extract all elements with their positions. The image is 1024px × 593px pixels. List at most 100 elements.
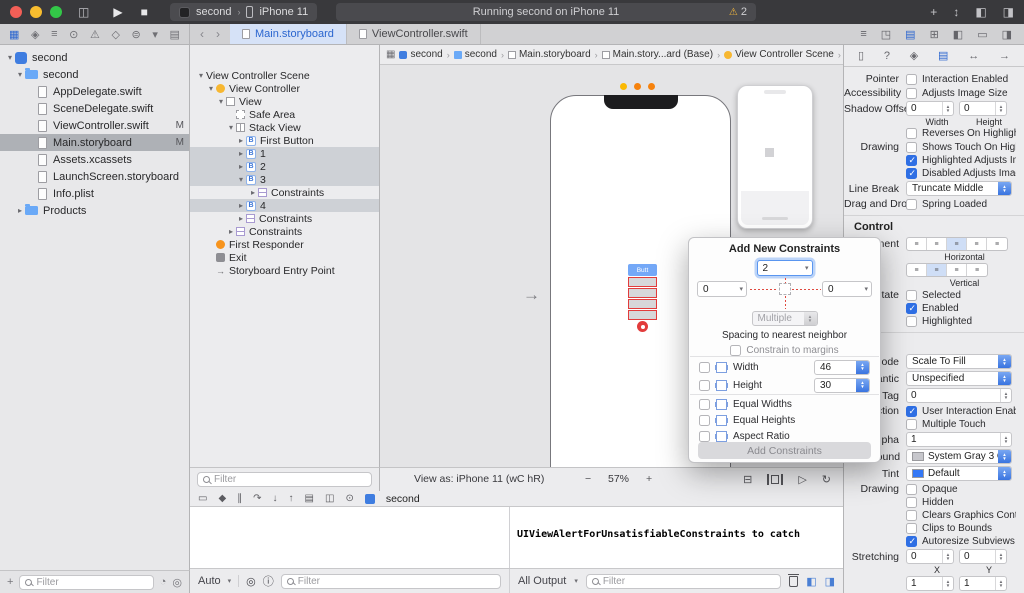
navigator-row-file[interactable]: Assets.xcassets <box>0 151 189 168</box>
navigator-row-file[interactable]: AppDelegate.swift <box>0 83 189 100</box>
variables-scope-popup[interactable]: Auto <box>198 575 221 587</box>
outline-row-view[interactable]: ▾ View <box>190 95 379 108</box>
disclosure-icon[interactable]: ▾ <box>196 71 206 80</box>
add-new-constraints-button[interactable] <box>767 474 784 485</box>
first-responder-dock-icon[interactable] <box>634 83 641 90</box>
outline-row-exit[interactable]: Exit <box>190 251 379 264</box>
trailing-spacing-field[interactable]: 0 ▾ <box>822 281 872 297</box>
disclosure-icon[interactable]: ▾ <box>15 70 25 79</box>
segment[interactable] <box>947 264 967 276</box>
variables-view[interactable] <box>190 507 510 568</box>
selected-checkbox[interactable] <box>906 289 917 301</box>
line-break-popup[interactable]: Truncate Middle <box>906 181 1012 196</box>
navigator-row-file[interactable]: LaunchScreen.storyboard <box>0 168 189 185</box>
issue-navigator-tab[interactable]: ⚠ <box>90 28 100 41</box>
recent-files-button[interactable]: ◔ <box>160 576 167 588</box>
stepper-arrows[interactable] <box>1000 433 1011 446</box>
close-button[interactable] <box>10 6 22 18</box>
zoom-button[interactable] <box>50 6 62 18</box>
selected-button-4[interactable] <box>628 310 657 320</box>
crumb-project[interactable]: second <box>399 49 443 60</box>
clips-to-bounds-checkbox[interactable] <box>906 523 917 534</box>
disclosure-icon[interactable]: ▾ <box>206 84 216 93</box>
attributes-inspector-tab[interactable]: ▤ <box>938 49 948 62</box>
interaction-enabled-checkbox[interactable] <box>906 73 917 85</box>
update-frames-button[interactable]: ↻ <box>822 473 831 486</box>
outline-filter-input[interactable] <box>214 474 366 485</box>
width-checkbox[interactable] <box>699 361 710 373</box>
navigator-row-project[interactable]: ▾ second <box>0 49 189 66</box>
disclosure-icon[interactable]: ▸ <box>15 206 25 215</box>
list-icon[interactable]: ≡ <box>860 28 866 40</box>
disabled-adjusts-checkbox[interactable] <box>906 168 917 179</box>
variables-filter-input[interactable] <box>297 575 495 587</box>
panel-right-icon[interactable]: ◨ <box>1002 28 1012 41</box>
stepper-arrows[interactable] <box>942 550 953 563</box>
outline-row-entry-point[interactable]: → Storyboard Entry Point <box>190 264 379 277</box>
size-inspector-tab[interactable]: ↔ <box>968 50 979 62</box>
stretch-x-stepper[interactable]: 0 <box>906 549 954 564</box>
view-as-label[interactable]: View as: iPhone 11 (wC hR) <box>414 473 544 485</box>
variables-filter-field[interactable] <box>280 573 501 589</box>
tab-viewcontroller-swift[interactable]: ViewController.swift <box>347 24 481 44</box>
zoom-in-button[interactable]: + <box>646 473 652 485</box>
process-name[interactable]: second <box>386 493 420 505</box>
source-control-navigator-tab[interactable]: ◈ <box>31 28 39 41</box>
disclosure-icon[interactable]: ▸ <box>236 162 246 171</box>
step-into-button[interactable]: ↓ <box>273 493 278 504</box>
project-navigator-tab[interactable]: ▦ <box>9 28 19 41</box>
step-out-button[interactable]: ↑ <box>289 493 294 504</box>
multiple-touch-checkbox[interactable] <box>906 419 917 430</box>
navigator-row-file[interactable]: ViewController.swift M <box>0 117 189 134</box>
outline-row-scene[interactable]: ▾ View Controller Scene <box>190 69 379 82</box>
library-button[interactable]: + <box>930 5 937 19</box>
breakpoints-button[interactable]: ◆ <box>218 493 226 504</box>
segment[interactable] <box>907 264 927 276</box>
console-scope-popup[interactable]: All Output <box>518 575 566 587</box>
user-interaction-checkbox[interactable] <box>906 405 917 417</box>
add-file-button[interactable]: + <box>7 576 13 588</box>
panel-left-icon[interactable]: ◧ <box>953 28 963 41</box>
height-value-popup[interactable]: 30 <box>814 377 870 393</box>
report-navigator-tab[interactable]: ▤ <box>169 28 179 41</box>
width-value-popup[interactable]: 46 <box>814 359 870 375</box>
tag-stepper[interactable]: 0 <box>906 388 1012 403</box>
zoom-level[interactable]: 57% <box>608 473 629 485</box>
outline-row-button-1[interactable]: ▸ B 1 <box>190 147 379 160</box>
navigator-filter-input[interactable] <box>36 576 148 588</box>
equal-heights-checkbox[interactable] <box>699 414 710 426</box>
disclosure-icon[interactable]: ▾ <box>236 175 246 184</box>
outline-row-view-controller[interactable]: ▾ View Controller <box>190 82 379 95</box>
highlighted-adjusts-checkbox[interactable] <box>906 155 917 166</box>
view-controller-dock-icon[interactable] <box>620 83 627 90</box>
navigator-row-folder[interactable]: ▾ second <box>0 66 189 83</box>
editor-arrows-icon[interactable]: ↕ <box>953 5 959 19</box>
disclosure-icon[interactable]: ▾ <box>216 97 226 106</box>
background-color-popup[interactable]: System Gray 3 C... <box>906 449 1012 464</box>
crumb-group[interactable]: second <box>453 49 497 60</box>
crumb-storyboard-base[interactable]: Main.story...ard (Base) <box>601 49 713 60</box>
breakpoint-navigator-tab[interactable]: ▾ <box>152 28 158 41</box>
connections-inspector-tab[interactable]: → <box>999 50 1010 62</box>
stack-view-on-canvas[interactable]: Butt <box>628 264 657 332</box>
selected-button-1[interactable] <box>628 277 657 287</box>
disclosure-icon[interactable]: ▾ <box>226 123 236 132</box>
window-overview-icon[interactable]: ◫ <box>78 0 89 24</box>
outline-row-button-2[interactable]: ▸ B 2 <box>190 160 379 173</box>
outline-row-first-responder[interactable]: First Responder <box>190 238 379 251</box>
forward-button[interactable]: › <box>216 27 220 41</box>
disclosure-icon[interactable]: ▸ <box>226 227 236 236</box>
console-filter-input[interactable] <box>602 575 776 587</box>
segment[interactable] <box>967 264 987 276</box>
segment[interactable] <box>987 238 1007 250</box>
spring-loaded-checkbox[interactable] <box>906 198 917 210</box>
tint-color-popup[interactable]: Default <box>906 466 1012 481</box>
file-inspector-tab[interactable]: ▯ <box>858 49 864 62</box>
show-variables-toggle[interactable]: ◧ <box>806 575 816 588</box>
leading-beam[interactable] <box>750 289 778 290</box>
hidden-checkbox[interactable] <box>906 497 917 508</box>
first-button-on-canvas[interactable]: Butt <box>628 264 657 276</box>
find-navigator-tab[interactable]: ⊙ <box>69 28 78 41</box>
disclosure-icon[interactable]: ▾ <box>5 53 15 62</box>
environment-overrides-button[interactable]: ⊙ <box>345 493 353 504</box>
